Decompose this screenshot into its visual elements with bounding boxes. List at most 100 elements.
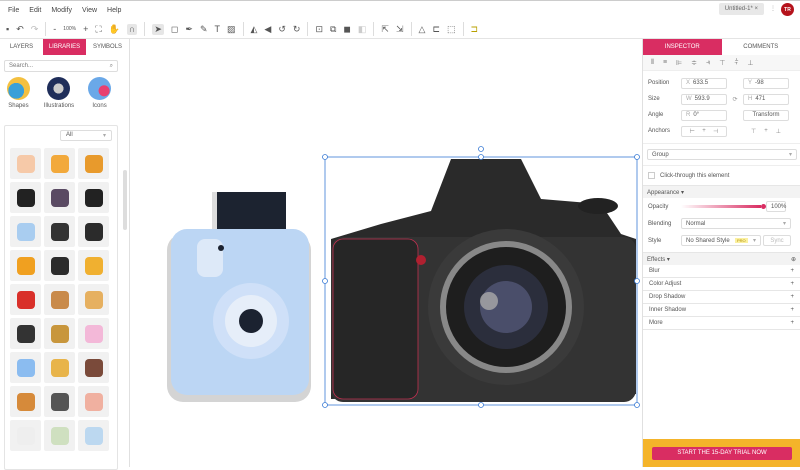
document-tab[interactable]: Untitled-1* × [719,3,764,15]
scrollbar[interactable] [123,170,127,230]
ungroup-icon[interactable]: ⧉ [330,25,336,34]
flip-horizontal-icon[interactable]: ◭ [251,25,258,34]
library-item[interactable] [10,182,41,213]
library-item[interactable] [78,250,109,281]
anchor-top-icon[interactable]: ⊤ [751,128,756,135]
category-icons[interactable]: Icons [88,77,111,109]
click-through-checkbox[interactable] [648,172,655,179]
magnet-icon[interactable]: ∩ [127,24,137,35]
library-item[interactable] [10,250,41,281]
canvas[interactable] [131,39,642,467]
close-icon[interactable]: × [754,6,758,12]
pen-icon[interactable]: ✒ [185,25,193,34]
boolean-icon[interactable]: △ [419,25,426,34]
import-icon[interactable]: ⇲ [396,25,404,34]
library-item[interactable] [44,386,75,417]
add-icon[interactable]: + [790,307,794,313]
add-icon[interactable]: + [790,281,794,287]
align-left-icon[interactable]: ⊫ [676,59,682,67]
align-middle-icon[interactable]: ⫩ [734,59,738,67]
effect-item[interactable]: Inner Shadow+ [643,304,800,317]
undo-icon[interactable]: ↶ [16,25,24,34]
menu-file[interactable]: File [8,7,19,14]
anchor-center-icon[interactable]: + [702,128,706,134]
tab-libraries[interactable]: LIBRARIES [43,39,86,55]
height-field[interactable]: H471 [743,94,789,105]
add-icon[interactable]: + [790,294,794,300]
library-item[interactable] [78,216,109,247]
align-bottom-icon[interactable]: ⊥ [747,59,753,67]
library-item[interactable] [78,182,109,213]
flip-vertical-icon[interactable]: ◀ [264,25,271,34]
opacity-field[interactable]: 100% [766,201,786,212]
zoom-icon[interactable]: 100% [63,27,76,32]
library-item[interactable] [10,420,41,451]
tab-inspector[interactable]: INSPECTOR [643,39,722,55]
align-top-icon[interactable]: ⊤ [719,59,725,67]
fit-icon[interactable]: ⛶ [95,25,101,34]
library-item[interactable] [44,284,75,315]
group-icon[interactable]: ⊡ [315,25,323,34]
mask-icon[interactable]: ◧ [358,25,367,34]
library-item[interactable] [10,318,41,349]
library-item[interactable] [44,148,75,179]
library-item[interactable] [44,216,75,247]
add-icon[interactable]: + [790,268,794,274]
library-item[interactable] [44,318,75,349]
add-effect-icon[interactable]: ⊕ [791,256,796,263]
lock-ratio-icon[interactable]: ⟳ [727,96,743,103]
image-icon[interactable]: ▨ [227,25,236,34]
library-item[interactable] [78,420,109,451]
start-trial-button[interactable]: START THE 15-DAY TRIAL NOW [652,447,792,460]
menu-edit[interactable]: Edit [29,7,41,14]
angle-field[interactable]: R0° [681,110,727,121]
effect-item[interactable]: Color Adjust+ [643,278,800,291]
search-input[interactable]: Search...⌕ [4,60,118,72]
width-field[interactable]: W593.9 [681,94,727,105]
library-item[interactable] [78,318,109,349]
x-field[interactable]: X633.5 [681,78,727,89]
dslr-camera[interactable] [323,147,640,408]
effect-item[interactable]: Blur+ [643,265,800,278]
save-icon[interactable]: ▪ [6,25,9,34]
library-item[interactable] [44,182,75,213]
anchor-middle-icon[interactable]: + [764,128,768,134]
tab-symbols[interactable]: SYMBOLS [86,39,129,55]
menu-modify[interactable]: Modify [51,7,72,14]
rotate-left-icon[interactable]: ↺ [278,25,286,34]
library-item[interactable] [78,386,109,417]
type-select[interactable]: Group▾ [647,149,797,160]
instant-camera[interactable] [167,192,311,402]
opacity-slider[interactable] [681,205,761,208]
style-select[interactable]: No Shared StylePRO▾ [681,235,761,246]
vertical-anchors[interactable]: ⊤ + ⊥ [743,126,789,137]
effect-item[interactable]: Drop Shadow+ [643,291,800,304]
anchor-bottom-icon[interactable]: ⊥ [776,128,781,135]
blending-select[interactable]: Normal▾ [681,218,791,229]
transform-button[interactable]: Transform [743,110,789,121]
avatar[interactable]: TR [781,3,794,16]
y-field[interactable]: Y-98 [743,78,789,89]
hand-icon[interactable]: ✋ [109,25,120,34]
library-item[interactable] [10,284,41,315]
opacity-slider-handle[interactable] [761,204,766,209]
library-item[interactable] [10,352,41,383]
text-icon[interactable]: T [214,25,220,34]
effects-section[interactable]: Effects ▾⊕ [643,252,800,265]
rotate-right-icon[interactable]: ↻ [293,25,301,34]
arrange-icon[interactable]: ◼ [343,25,350,34]
library-item[interactable] [44,352,75,383]
appearance-section[interactable]: Appearance ▾ [643,185,800,198]
zoom-out-icon[interactable]: - [53,25,56,34]
more-icon[interactable]: ⋮ [770,5,776,12]
anchor-left-icon[interactable]: ⊢ [690,128,695,135]
shapes-icon[interactable]: ◻ [171,25,178,34]
menu-view[interactable]: View [82,7,97,14]
tab-comments[interactable]: COMMENTS [722,39,800,55]
redo-icon[interactable]: ↷ [31,25,39,34]
align-center-icon[interactable]: ≑ [691,59,697,67]
library-item[interactable] [78,284,109,315]
library-item[interactable] [10,148,41,179]
align-right-icon[interactable]: ⫣ [706,59,710,67]
library-item[interactable] [44,420,75,451]
